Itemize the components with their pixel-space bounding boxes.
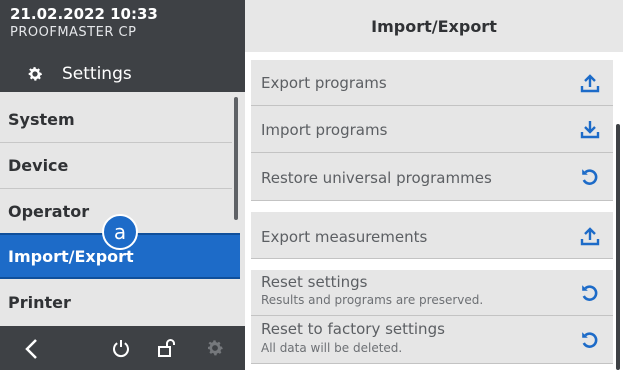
reset-to-factory-settings-button[interactable]: Reset to factory settings All data will … xyxy=(251,316,613,364)
reset-settings-button[interactable]: Reset settings Results and programs are … xyxy=(251,270,613,316)
gear-icon[interactable] xyxy=(205,338,225,362)
page-title-text: Import/Export xyxy=(371,16,497,36)
datetime: 21.02.2022 10:33 xyxy=(10,5,158,23)
page-title: Import/Export xyxy=(245,0,623,52)
menu-item-printer[interactable]: Printer xyxy=(0,280,240,324)
menu-item-label: Operator xyxy=(8,201,90,221)
item-label: Import programs xyxy=(261,121,388,139)
status-header: 21.02.2022 10:33 PROOFMASTER CP Settings xyxy=(0,0,245,92)
device-name: PROOFMASTER CP xyxy=(10,25,137,40)
gear-icon xyxy=(26,65,44,83)
import-programs-button[interactable]: Import programs xyxy=(251,106,613,153)
item-label: Restore universal programmes xyxy=(261,169,492,187)
reset-icon xyxy=(579,166,601,192)
footer-bar xyxy=(0,326,245,370)
menu-item-system[interactable]: System xyxy=(0,97,240,141)
export-programs-button[interactable]: Export programs xyxy=(251,60,613,106)
sidebar: 21.02.2022 10:33 PROOFMASTER CP Settings… xyxy=(0,0,245,370)
reset-icon xyxy=(579,282,601,308)
power-icon[interactable] xyxy=(111,338,131,362)
settings-label: Settings xyxy=(62,64,132,84)
settings-title: Settings xyxy=(26,63,132,85)
unlock-icon[interactable] xyxy=(157,338,177,362)
annotation-marker: a xyxy=(102,214,138,250)
menu-scrollbar[interactable] xyxy=(234,97,238,220)
upload-icon xyxy=(579,225,601,251)
menu-item-device[interactable]: Device xyxy=(0,143,240,187)
upload-icon xyxy=(579,72,601,98)
menu-item-label: Device xyxy=(8,155,69,175)
item-sublabel: Results and programs are preserved. xyxy=(261,293,484,307)
download-icon xyxy=(579,118,601,144)
menu-item-label: Printer xyxy=(8,292,71,312)
item-label: Export measurements xyxy=(261,228,428,246)
back-arrow-icon[interactable] xyxy=(24,338,38,364)
menu-item-label: System xyxy=(8,109,75,129)
item-label: Reset to factory settings xyxy=(261,320,445,338)
export-measurements-button[interactable]: Export measurements xyxy=(251,212,613,259)
item-label: Reset settings xyxy=(261,273,368,291)
item-sublabel: All data will be deleted. xyxy=(261,341,403,355)
reset-icon xyxy=(579,329,601,355)
item-label: Export programs xyxy=(261,74,387,92)
panel-scrollbar[interactable] xyxy=(616,124,620,370)
restore-universal-programmes-button[interactable]: Restore universal programmes xyxy=(251,153,613,201)
